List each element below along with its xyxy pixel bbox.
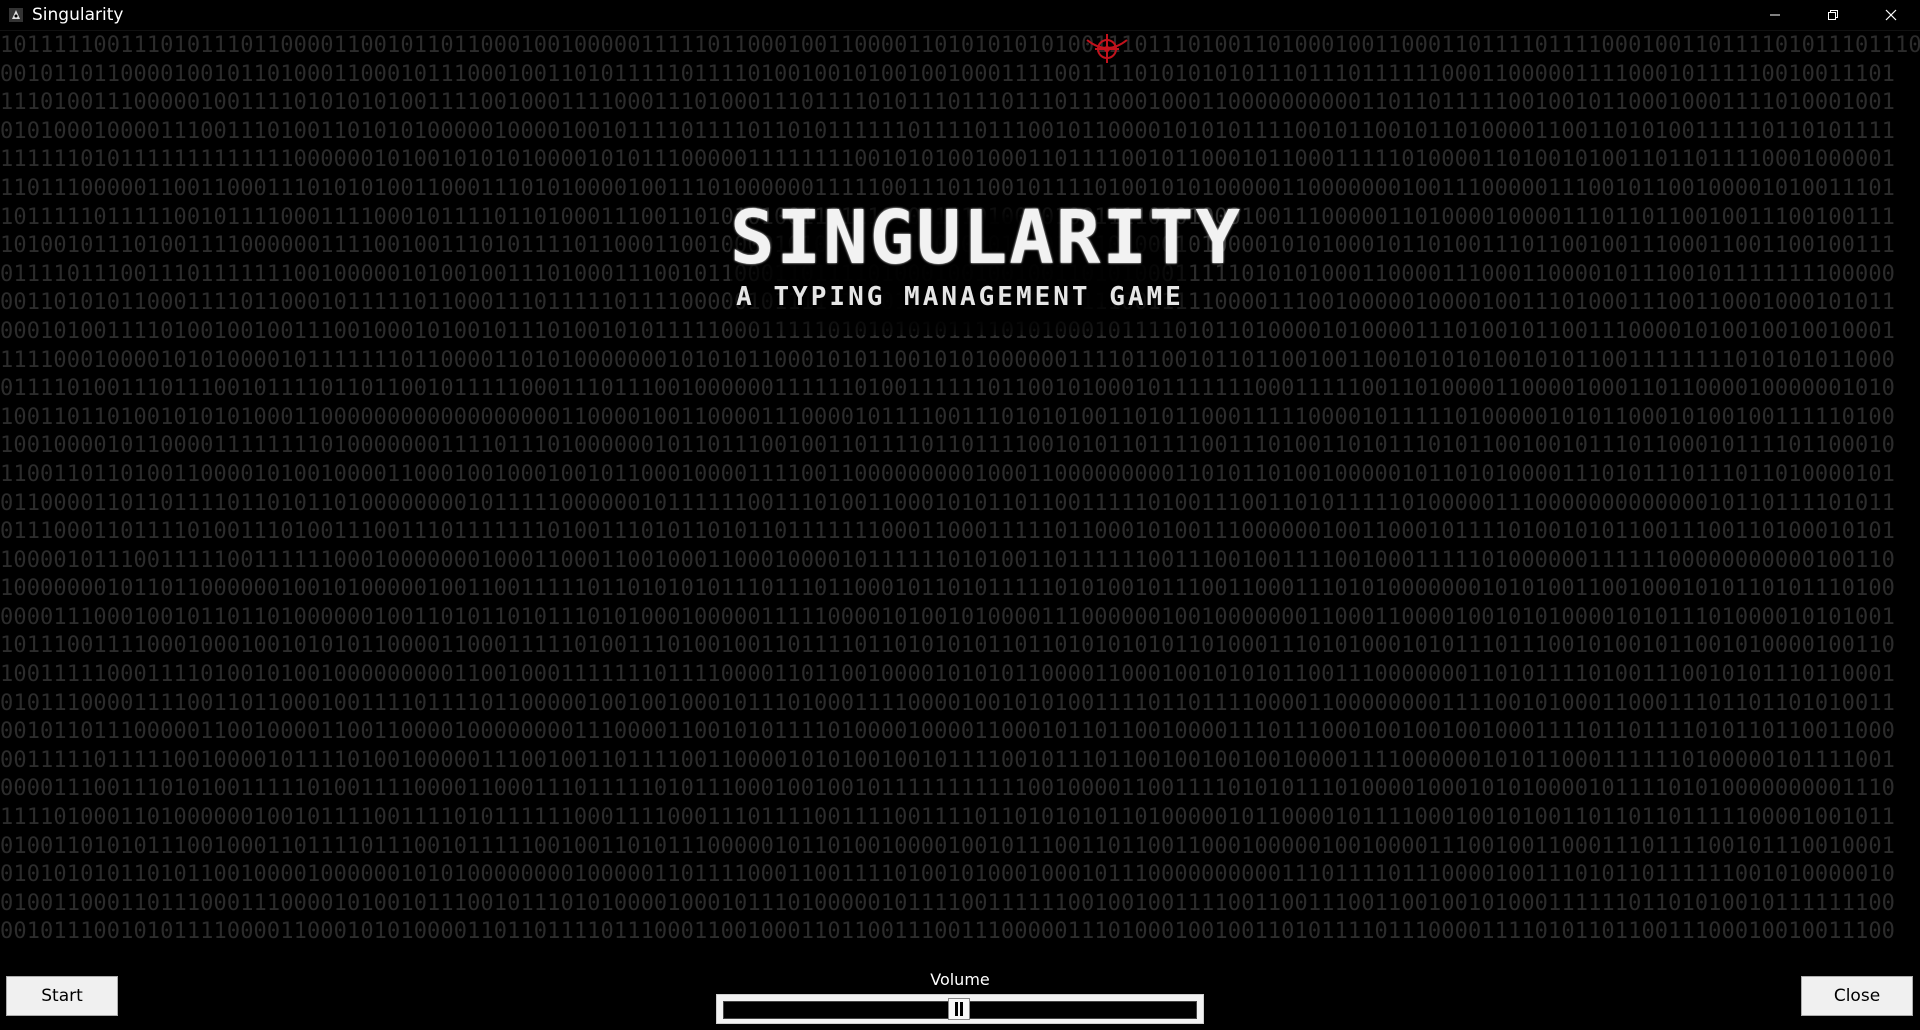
title-bar: Singularity: [0, 0, 1920, 31]
matrix-row: 0000111000100101101101000000100110101101…: [0, 604, 1896, 630]
matrix-row: 0101110000111100110110001001111011110110…: [0, 690, 1896, 716]
crosshair: [1083, 30, 1131, 66]
matrix-row: 1111010001101000000100101111001111010111…: [0, 805, 1896, 831]
window-controls: [1746, 0, 1920, 30]
crosshair-icon: [1086, 34, 1128, 63]
matrix-row: 0010111001010111100001100010101000011011…: [0, 919, 1896, 945]
matrix-row: 0111000110111101001110100111001110111111…: [0, 519, 1896, 545]
close-window-button[interactable]: [1862, 0, 1920, 30]
matrix-row: 0100110101011100100011011110111001011111…: [0, 833, 1896, 859]
close-button[interactable]: Close: [1801, 976, 1913, 1016]
logo-subtitle: A TYPING MANAGEMENT GAME: [736, 282, 1184, 312]
binary-matrix-background: 1011111001110101110110000110010110110001…: [0, 32, 1920, 950]
matrix-row: 0101000100001110011101001101010100000100…: [0, 118, 1896, 144]
matrix-row: 0111101001110111001011110110110010111110…: [0, 376, 1896, 402]
volume-label: Volume: [930, 970, 990, 989]
matrix-row: 1111110101111111111111000000101001010101…: [0, 147, 1896, 173]
maximize-button[interactable]: [1804, 0, 1862, 30]
matrix-row: 1000010111001111100111111000100000001000…: [0, 547, 1896, 573]
volume-slider-thumb[interactable]: [948, 998, 970, 1020]
matrix-row: 1001101101001010101000110000000000000000…: [0, 404, 1896, 430]
matrix-row: 0100110001101110001110000101001011100101…: [0, 890, 1896, 916]
matrix-row: 0000111001110101001111101001111000011000…: [0, 776, 1896, 802]
matrix-row: 0010110111000001100100001100110000100000…: [0, 719, 1896, 745]
matrix-row: 1000000010110110000001001010000010011001…: [0, 576, 1896, 602]
app-icon: [8, 7, 24, 23]
matrix-row: 1001111100011110100101001000000000110010…: [0, 662, 1896, 688]
game-logo: SINGULARITY A TYPING MANAGEMENT GAME: [730, 195, 1243, 335]
matrix-row: 1011111001110101110110000110010110110001…: [0, 33, 1920, 58]
matrix-row: 0101010101101011001000010000001010100000…: [0, 862, 1896, 888]
window-title: Singularity: [32, 5, 124, 25]
matrix-row: 0011111011111001000010111101001000001110…: [0, 747, 1896, 773]
close-icon: [1885, 9, 1897, 21]
volume-slider[interactable]: [716, 994, 1204, 1024]
game-window: Singularity 1011111001110101110110000110…: [0, 0, 1920, 1030]
matrix-row: 0110000110110111101101011010000000010111…: [0, 490, 1896, 516]
matrix-row: 1110100111000001001111010101010011110010…: [0, 90, 1896, 116]
matrix-row: 1001000010110000111111110100000001111011…: [0, 433, 1896, 459]
matrix-row: 1111000100001010100001011111110110000110…: [0, 347, 1896, 373]
matrix-row: 0010110110000100101101000110001011100010…: [0, 61, 1896, 87]
matrix-row: 1100110110100110000101001000011000100100…: [0, 461, 1896, 487]
start-button[interactable]: Start: [6, 976, 118, 1016]
matrix-row: 1011100111100010001001010101100001100011…: [0, 633, 1896, 659]
logo-title: SINGULARITY: [730, 195, 1243, 281]
restore-icon: [1828, 10, 1838, 20]
minimize-button[interactable]: [1746, 0, 1804, 30]
minimize-icon: [1770, 14, 1780, 16]
